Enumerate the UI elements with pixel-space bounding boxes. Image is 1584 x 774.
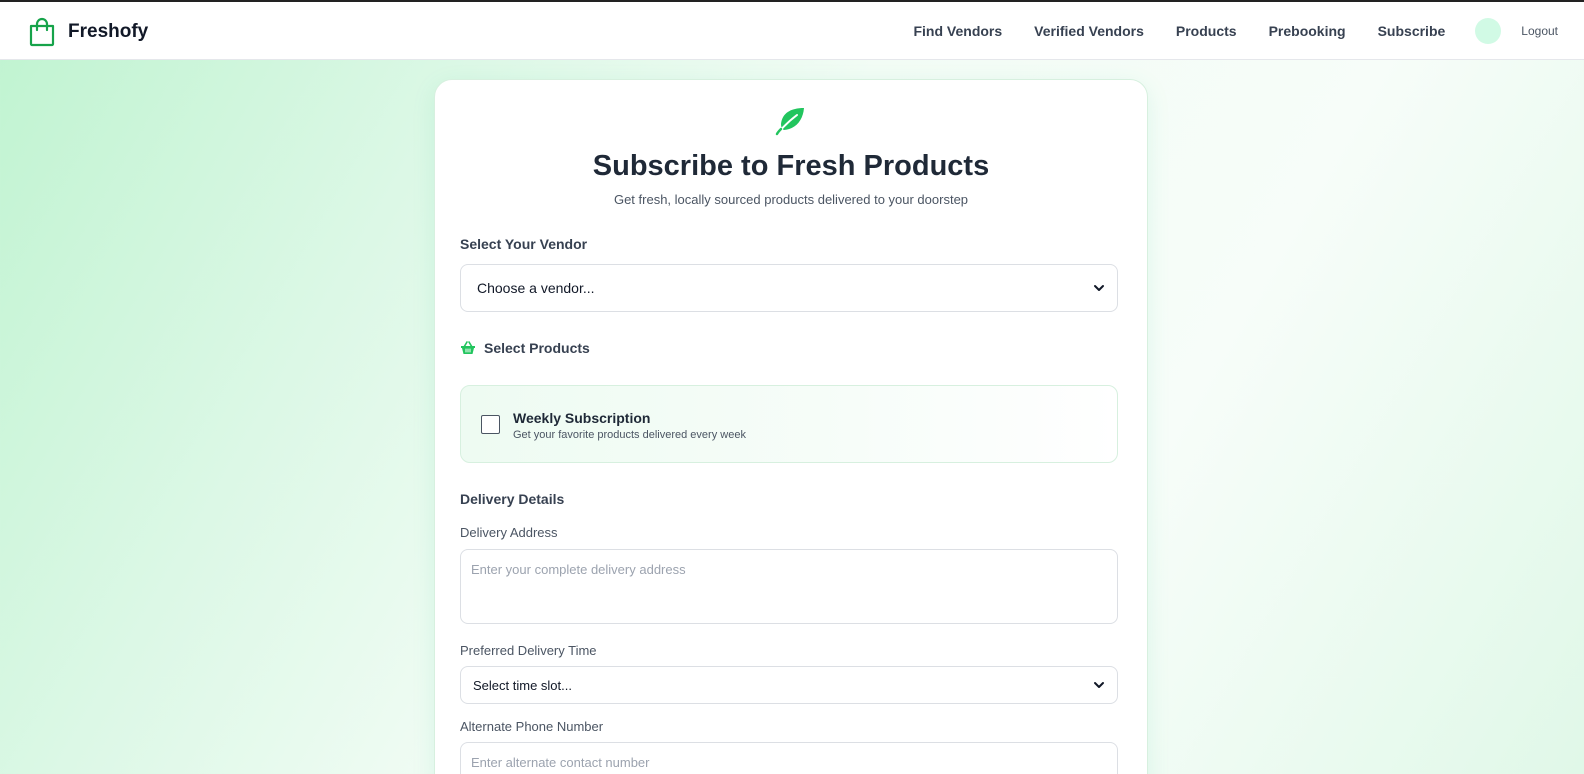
subscription-form-card: Subscribe to Fresh Products Get fresh, l…	[434, 79, 1148, 774]
avatar[interactable]	[1475, 18, 1502, 44]
nav-prebooking[interactable]: Prebooking	[1269, 23, 1346, 39]
subscription-title: Weekly Subscription	[513, 410, 651, 426]
delivery-details-heading: Delivery Details	[460, 491, 565, 507]
delivery-address-input[interactable]	[460, 549, 1118, 624]
nav-products[interactable]: Products	[1176, 23, 1237, 39]
alternate-phone-input[interactable]	[460, 742, 1118, 774]
nav-verified-vendors[interactable]: Verified Vendors	[1034, 23, 1144, 39]
chevron-down-icon	[1094, 285, 1104, 291]
subscription-description: Get your favorite products delivered eve…	[513, 429, 746, 441]
nav-subscribe[interactable]: Subscribe	[1378, 23, 1446, 39]
basket-icon	[461, 341, 475, 354]
weekly-subscription-option[interactable]: Weekly Subscription Get your favorite pr…	[460, 385, 1118, 463]
chevron-down-icon	[1094, 682, 1104, 688]
brand[interactable]: Freshofy	[28, 16, 148, 48]
delivery-time-select[interactable]: Select time slot...	[460, 666, 1118, 704]
nav-find-vendors[interactable]: Find Vendors	[913, 23, 1002, 39]
products-heading: Select Products	[460, 340, 590, 356]
main-nav: Find Vendors Verified Vendors Products P…	[913, 2, 1584, 60]
page-subtitle: Get fresh, locally sourced products deli…	[613, 192, 969, 207]
delivery-time-value: Select time slot...	[473, 677, 572, 693]
products-label: Select Products	[484, 340, 590, 356]
brand-name: Freshofy	[68, 21, 149, 42]
top-navbar: Freshofy Find Vendors Verified Vendors P…	[0, 0, 1584, 60]
delivery-address-label: Delivery Address	[460, 525, 558, 540]
vendor-label: Select Your Vendor	[460, 236, 588, 252]
alternate-phone-label: Alternate Phone Number	[460, 719, 604, 734]
page-title: Subscribe to Fresh Products	[592, 150, 990, 182]
logout-link[interactable]: Logout	[1521, 24, 1558, 38]
vendor-select-value: Choose a vendor...	[477, 280, 595, 296]
delivery-time-label: Preferred Delivery Time	[460, 643, 597, 658]
shopping-bag-icon	[29, 17, 55, 47]
vendor-select[interactable]: Choose a vendor...	[460, 264, 1118, 312]
weekly-subscription-checkbox[interactable]	[481, 415, 500, 434]
leaf-icon	[775, 108, 804, 136]
